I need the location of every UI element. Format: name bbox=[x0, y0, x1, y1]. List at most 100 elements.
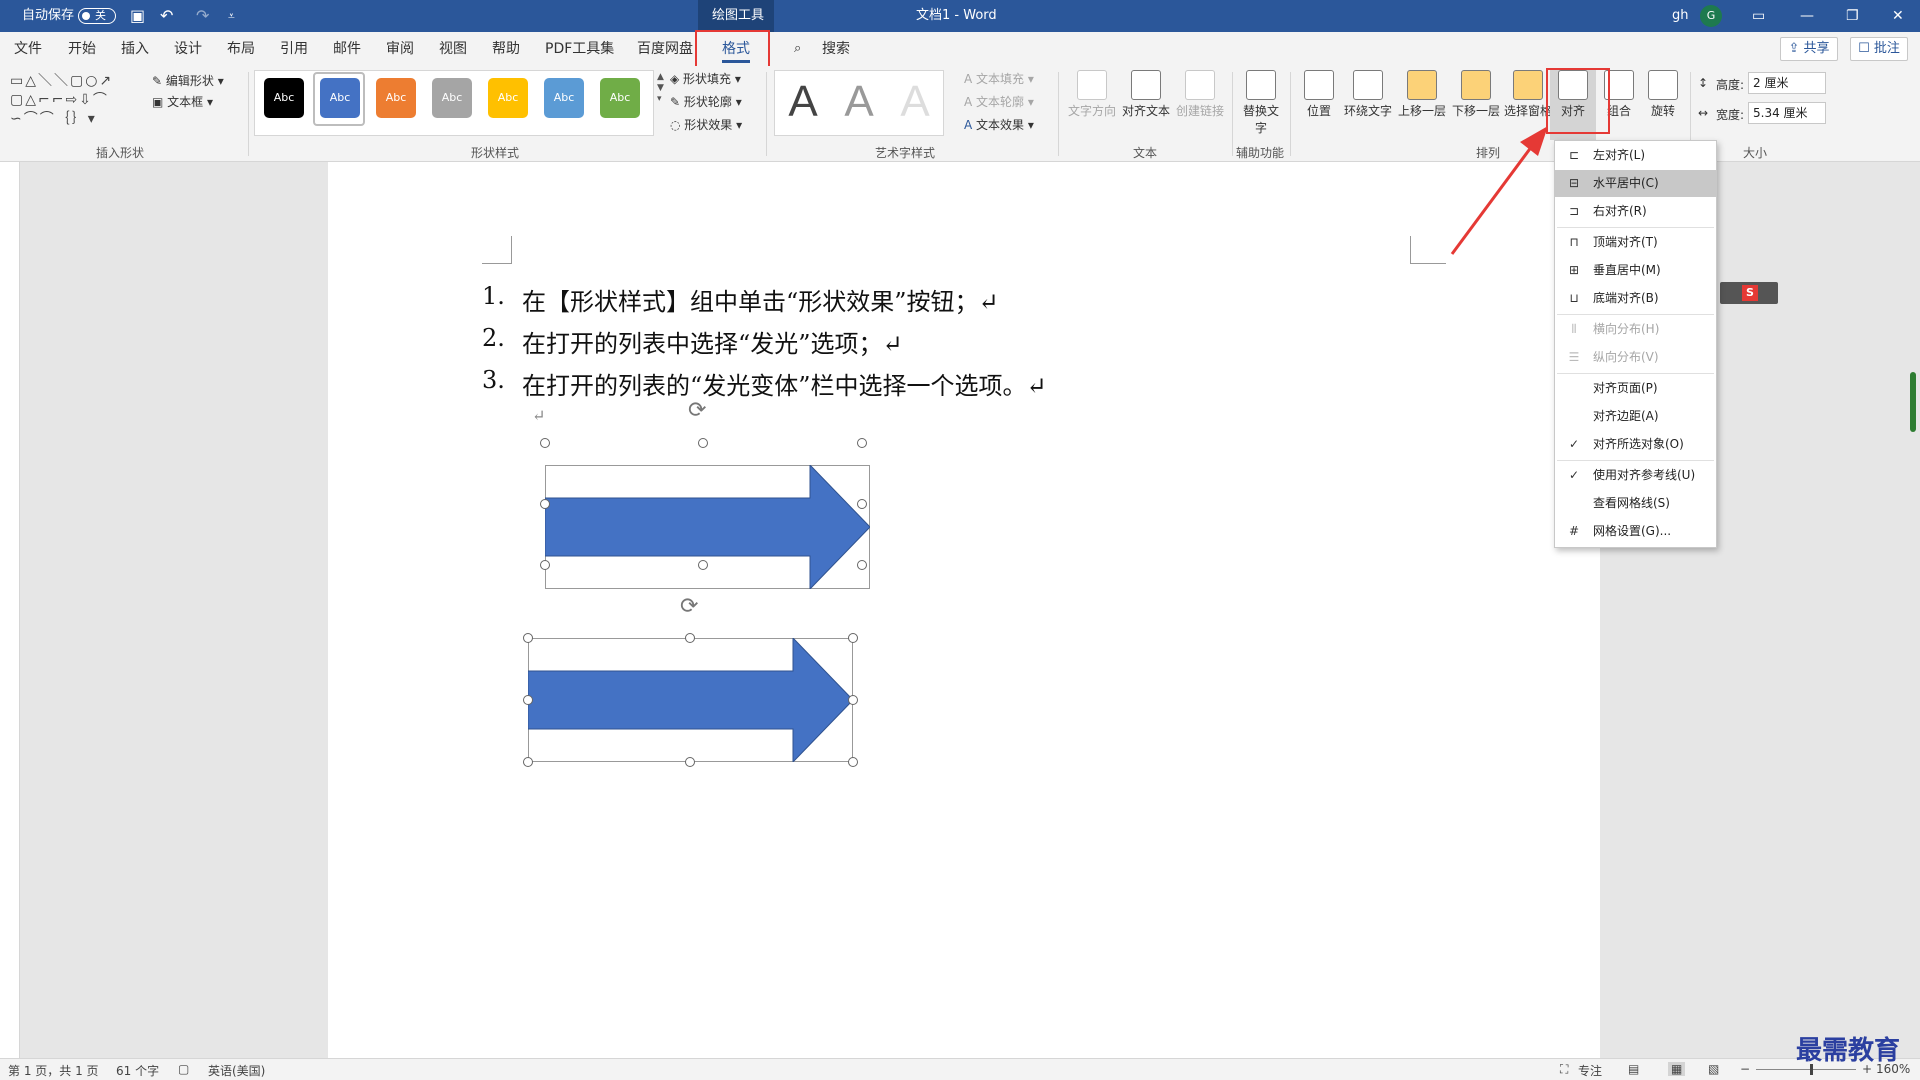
tab-view[interactable]: 视图 bbox=[439, 32, 467, 66]
menu-item-use-alignment-guides[interactable]: ✓ 使用对齐参考线(U) bbox=[1555, 462, 1716, 489]
restore-icon[interactable]: ❐ bbox=[1846, 0, 1859, 32]
bring-forward-button[interactable]: 上移一层 bbox=[1396, 70, 1448, 119]
undo-icon[interactable]: ↶ bbox=[160, 0, 173, 32]
shape-fill-button[interactable]: ◈ 形状填充 ▾ bbox=[670, 70, 741, 87]
tab-file[interactable]: 文件 bbox=[14, 32, 42, 66]
text-fill-button[interactable]: A 文本填充 ▾ bbox=[964, 70, 1034, 87]
share-button[interactable]: ⇪ 共享 bbox=[1780, 37, 1838, 61]
align-middle-icon: ⊞ bbox=[1568, 263, 1580, 277]
rotate-handle-icon[interactable]: ⟳ bbox=[688, 398, 706, 423]
avatar[interactable]: G bbox=[1700, 5, 1722, 27]
focus-mode-button[interactable]: 专注 bbox=[1578, 1062, 1602, 1079]
wordart-style-1[interactable]: A bbox=[778, 76, 828, 128]
ribbon-display-icon[interactable]: ▭ bbox=[1752, 0, 1765, 32]
tab-design[interactable]: 设计 bbox=[174, 32, 202, 66]
menu-item-align-top[interactable]: ⊓ 顶端对齐(T) bbox=[1555, 229, 1716, 256]
right-arrow-shape[interactable] bbox=[545, 465, 870, 589]
menu-item-grid-settings[interactable]: # 网格设置(G)... bbox=[1555, 518, 1716, 545]
create-link-button[interactable]: 创建链接 bbox=[1174, 70, 1226, 119]
tab-baidu-netdisk[interactable]: 百度网盘 bbox=[637, 32, 693, 66]
send-backward-button[interactable]: 下移一层 bbox=[1450, 70, 1502, 119]
menu-item-align-center[interactable]: ⊟ 水平居中(C) bbox=[1555, 170, 1716, 197]
list-item[interactable]: 在【形状样式】组中单击“形状效果”按钮；↵ bbox=[522, 282, 999, 317]
menu-item-align-bottom[interactable]: ⊔ 底端对齐(B) bbox=[1555, 285, 1716, 312]
gallery-scroll-icon[interactable]: ▲ ▼ ▾ bbox=[657, 72, 664, 105]
shape-effect-button[interactable]: ◌ 形状效果 ▾ bbox=[670, 116, 742, 133]
distribute-horizontal-icon: ⫴ bbox=[1571, 322, 1577, 336]
menu-item-align-left[interactable]: ⊏ 左对齐(L) bbox=[1555, 142, 1716, 169]
read-mode-icon[interactable]: ▤ bbox=[1628, 1062, 1639, 1076]
menu-item-align-middle[interactable]: ⊞ 垂直居中(M) bbox=[1555, 257, 1716, 284]
tab-mailings[interactable]: 邮件 bbox=[333, 32, 361, 66]
list-item[interactable]: 在打开的列表的“发光变体”栏中选择一个选项。↵ bbox=[522, 366, 1047, 401]
text-box-button[interactable]: ▣ 文本框 ▾ bbox=[152, 93, 213, 110]
shape-style-swatch-1[interactable]: Abc bbox=[264, 78, 304, 118]
shape-outline-button[interactable]: ✎ 形状轮廓 ▾ bbox=[670, 93, 742, 110]
comment-button[interactable]: ☐ 批注 bbox=[1850, 37, 1908, 61]
menu-item-align-selected-objects[interactable]: ✓ 对齐所选对象(O) bbox=[1555, 431, 1716, 458]
text-direction-button[interactable]: 文字方向 bbox=[1066, 70, 1118, 119]
height-input[interactable]: 2 厘米 bbox=[1748, 72, 1826, 94]
wordart-style-3[interactable]: A bbox=[890, 76, 940, 128]
position-button[interactable]: 位置 bbox=[1296, 70, 1342, 119]
rotate-button[interactable]: 旋转 bbox=[1640, 70, 1686, 119]
zoom-out-icon[interactable]: − bbox=[1740, 1062, 1750, 1076]
save-icon[interactable]: ▣ bbox=[130, 0, 145, 32]
checkmark-icon: ✓ bbox=[1568, 468, 1580, 482]
edit-shape-button[interactable]: ✎ 编辑形状 ▾ bbox=[152, 72, 224, 89]
word-count[interactable]: 61 个字 bbox=[116, 1062, 159, 1079]
shape-style-swatch-4[interactable]: Abc bbox=[432, 78, 472, 118]
zoom-slider[interactable] bbox=[1756, 1064, 1856, 1075]
shape-style-swatch-2[interactable]: Abc bbox=[320, 78, 360, 118]
right-arrow-shape[interactable] bbox=[528, 638, 853, 762]
menu-item-distribute-vertical[interactable]: ☰ 纵向分布(V) bbox=[1555, 344, 1716, 371]
ime-toolbar[interactable]: S bbox=[1720, 282, 1778, 304]
tab-references[interactable]: 引用 bbox=[280, 32, 308, 66]
list-number: 3. bbox=[482, 366, 505, 394]
tab-insert[interactable]: 插入 bbox=[121, 32, 149, 66]
wordart-style-2[interactable]: A bbox=[834, 76, 884, 128]
menu-item-view-gridlines[interactable]: 查看网格线(S) bbox=[1555, 490, 1716, 517]
tab-help[interactable]: 帮助 bbox=[492, 32, 520, 66]
shape-style-swatch-5[interactable]: Abc bbox=[488, 78, 528, 118]
rotate-handle-icon[interactable]: ⟳ bbox=[680, 594, 698, 619]
shape-style-swatch-7[interactable]: Abc bbox=[600, 78, 640, 118]
text-outline-button[interactable]: A 文本轮廓 ▾ bbox=[964, 93, 1034, 110]
align-text-button[interactable]: 对齐文本 bbox=[1120, 70, 1172, 119]
list-item[interactable]: 在打开的列表中选择“发光”选项；↵ bbox=[522, 324, 903, 359]
search-icon[interactable]: ⌕ bbox=[794, 32, 801, 66]
menu-item-align-right[interactable]: ⊐ 右对齐(R) bbox=[1555, 198, 1716, 225]
web-layout-icon[interactable]: ▧ bbox=[1708, 1062, 1719, 1076]
close-icon[interactable]: ✕ bbox=[1892, 0, 1904, 32]
minimize-icon[interactable]: — bbox=[1800, 0, 1814, 32]
proofing-icon[interactable]: ▢ bbox=[178, 1062, 189, 1076]
tab-home[interactable]: 开始 bbox=[68, 32, 96, 66]
menu-item-distribute-horizontal[interactable]: ⫴ 横向分布(H) bbox=[1555, 316, 1716, 343]
print-layout-icon[interactable]: ▦ bbox=[1668, 1062, 1686, 1076]
shape-style-swatch-3[interactable]: Abc bbox=[376, 78, 416, 118]
text-effect-button[interactable]: A 文本效果 ▾ bbox=[964, 116, 1034, 133]
shapes-gallery[interactable]: ▭△＼＼▢○↗ ▢△⌐⌐⇨⇩⌒ ∽⌒⌒｛｝▾ bbox=[10, 72, 140, 128]
width-input[interactable]: 5.34 厘米 bbox=[1748, 102, 1826, 124]
arrow-shape-2[interactable] bbox=[528, 638, 858, 762]
tab-layout[interactable]: 布局 bbox=[227, 32, 255, 66]
alt-text-button[interactable]: 替换文字 bbox=[1238, 70, 1284, 136]
menu-item-align-to-page[interactable]: 对齐页面(P) bbox=[1555, 375, 1716, 402]
arrow-shape-1[interactable] bbox=[536, 444, 870, 589]
customize-qat-icon[interactable]: ⩡ bbox=[228, 0, 235, 32]
focus-icon[interactable]: ⛶ bbox=[1560, 1062, 1568, 1077]
vertical-ruler[interactable] bbox=[0, 162, 20, 1062]
scrollbar-thumb[interactable] bbox=[1910, 372, 1916, 432]
language[interactable]: 英语(美国) bbox=[208, 1062, 265, 1079]
menu-item-align-to-margin[interactable]: 对齐边距(A) bbox=[1555, 403, 1716, 430]
search-box[interactable]: 搜索 bbox=[822, 32, 850, 66]
redo-icon[interactable]: ↷ bbox=[196, 0, 209, 32]
document-page[interactable]: 1. 在【形状样式】组中单击“形状效果”按钮；↵ 2. 在打开的列表中选择“发光… bbox=[328, 162, 1600, 1062]
wrap-text-button[interactable]: 环绕文字 bbox=[1342, 70, 1394, 119]
autosave-toggle[interactable]: 关 bbox=[78, 8, 116, 24]
page-count[interactable]: 第 1 页，共 1 页 bbox=[8, 1062, 99, 1079]
tab-review[interactable]: 审阅 bbox=[386, 32, 414, 66]
tab-pdf-tools[interactable]: PDF工具集 bbox=[545, 32, 614, 66]
list-number: 1. bbox=[482, 282, 505, 310]
shape-style-swatch-6[interactable]: Abc bbox=[544, 78, 584, 118]
